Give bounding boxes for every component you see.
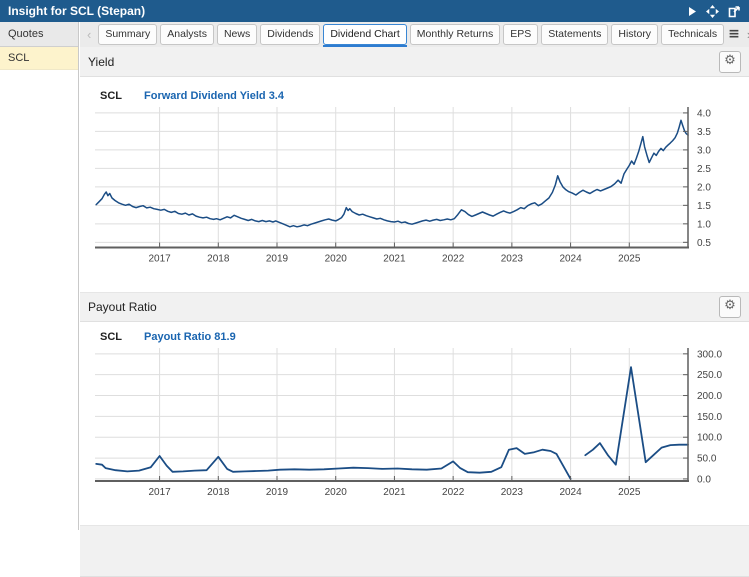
sidebar-item-scl[interactable]: SCL <box>0 47 78 70</box>
svg-text:0.0: 0.0 <box>697 474 711 485</box>
svg-text:2020: 2020 <box>325 254 348 265</box>
svg-text:2017: 2017 <box>148 254 171 265</box>
tab-eps[interactable]: EPS <box>503 24 539 45</box>
gear-icon[interactable]: ⚙ <box>719 50 741 73</box>
content-area: Yield ⚙ SCL Forward Dividend Yield 3.4 20… <box>80 47 749 577</box>
tabs-menu-icon[interactable]: ≡ <box>724 22 744 47</box>
tab-monthly-returns[interactable]: Monthly Returns <box>409 24 501 45</box>
svg-text:2018: 2018 <box>207 487 230 498</box>
tab-technicals[interactable]: Technicals <box>661 24 725 45</box>
svg-text:150.0: 150.0 <box>697 412 722 423</box>
svg-text:2017: 2017 <box>148 487 171 498</box>
svg-text:2025: 2025 <box>618 487 641 498</box>
svg-text:2018: 2018 <box>207 254 230 265</box>
window-title: Insight for SCL (Stepan) <box>8 4 146 18</box>
tab-dividend-chart[interactable]: Dividend Chart <box>323 24 408 48</box>
svg-text:2021: 2021 <box>383 254 406 265</box>
svg-text:3.5: 3.5 <box>697 127 711 138</box>
svg-text:2023: 2023 <box>501 487 524 498</box>
gear-icon[interactable]: ⚙ <box>719 296 741 318</box>
svg-text:3.0: 3.0 <box>697 145 711 156</box>
window-titlebar: Insight for SCL (Stepan) <box>0 0 749 22</box>
svg-text:2022: 2022 <box>442 487 465 498</box>
payout-section-header: Payout Ratio ⚙ <box>80 292 749 322</box>
popout-icon[interactable] <box>728 5 741 18</box>
tabs-container: Summary Analysts News Dividends Dividend Cha… <box>98 24 725 48</box>
tab-history[interactable]: History <box>611 24 659 45</box>
yield-section-header: Yield ⚙ <box>80 47 749 77</box>
svg-text:200.0: 200.0 <box>697 391 722 402</box>
tabs-scroll-left-icon[interactable]: ‹ <box>84 22 94 47</box>
svg-text:300.0: 300.0 <box>697 349 722 360</box>
sidebar-header: Quotes <box>0 22 78 47</box>
svg-text:2.5: 2.5 <box>697 164 711 175</box>
tab-dividends[interactable]: Dividends <box>260 24 321 45</box>
tabbar: ‹ Summary Analysts News Dividends Dividend C… <box>80 22 749 48</box>
payout-section-title: Payout Ratio <box>88 300 157 314</box>
yield-section-title: Yield <box>88 54 115 69</box>
svg-text:2019: 2019 <box>266 254 289 265</box>
svg-text:50.0: 50.0 <box>697 454 717 465</box>
svg-text:2025: 2025 <box>618 254 641 265</box>
svg-text:2023: 2023 <box>501 254 524 265</box>
svg-text:1.5: 1.5 <box>697 201 711 212</box>
play-icon[interactable] <box>687 6 697 17</box>
quotes-sidebar: Quotes SCL <box>0 22 79 530</box>
yield-chart-plot: 2017 2018 2019 2020 2021 2022 2023 2024 2025 4.0 3… <box>80 100 749 275</box>
svg-text:250.0: 250.0 <box>697 370 722 381</box>
svg-text:2019: 2019 <box>266 487 289 498</box>
svg-text:2021: 2021 <box>383 487 406 498</box>
svg-text:2024: 2024 <box>559 254 582 265</box>
svg-text:1.0: 1.0 <box>697 219 711 230</box>
svg-text:2.0: 2.0 <box>697 182 711 193</box>
tab-news[interactable]: News <box>216 24 258 45</box>
tab-analysts[interactable]: Analysts <box>160 24 214 45</box>
payout-chart-plot: 2017 2018 2019 2020 2021 2022 2023 2024 2025 300.… <box>80 340 749 505</box>
sidebar-list: SCL <box>0 47 78 70</box>
expand-icon[interactable] <box>706 4 719 18</box>
svg-text:4.0: 4.0 <box>697 108 711 119</box>
tab-summary[interactable]: Summary <box>98 24 158 45</box>
tabs-scroll-right-icon[interactable]: › <box>744 22 749 47</box>
svg-text:0.5: 0.5 <box>697 238 711 249</box>
tab-statements[interactable]: Statements <box>541 24 609 45</box>
svg-text:2024: 2024 <box>559 487 582 498</box>
svg-text:100.0: 100.0 <box>697 433 722 444</box>
next-section-header <box>80 525 749 577</box>
svg-text:2022: 2022 <box>442 254 465 265</box>
svg-text:2020: 2020 <box>325 487 348 498</box>
